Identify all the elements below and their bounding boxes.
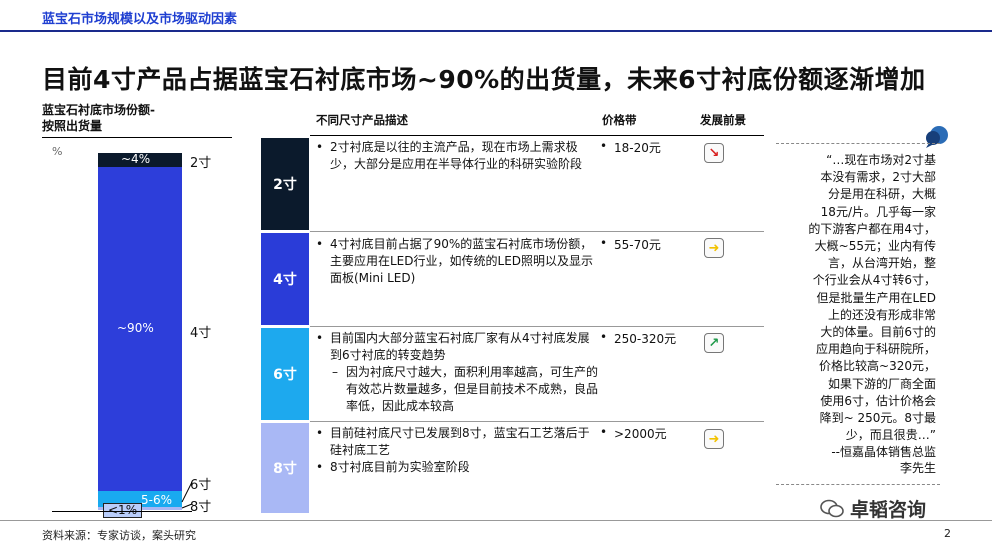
bullet-text: 4寸衬底目前占据了90%的蓝宝石衬底市场份额，主要应用在LED行业，如传统的LE…: [316, 236, 598, 287]
arrow-right-yellow-icon: ➜: [704, 238, 724, 258]
quote-line: “…现在市场对2寸基: [826, 153, 936, 167]
quote-line: 18元/片。几乎每一家: [820, 204, 936, 219]
quote-line: 价格比较高~320元，: [819, 359, 936, 374]
data-label-6-inch: 5-6%: [141, 493, 173, 507]
row-description-4-inch: 4寸衬底目前占据了90%的蓝宝石衬底市场份额，主要应用在LED行业，如传统的LE…: [316, 236, 598, 287]
series-label-2-inch: 2寸: [190, 156, 212, 171]
page-number: 2: [944, 527, 951, 540]
chart-title-divider: [42, 137, 232, 138]
row-divider: [310, 421, 764, 422]
row-description-2-inch: 2寸衬底是以往的主流产品，现在市场上需求极少，大部分是应用在半导体行业的科研实验…: [316, 139, 598, 173]
arrow-up-green-icon: ↗: [704, 333, 724, 353]
row-price-4-inch: 55-70元: [600, 236, 690, 253]
chart-title-line1: 蓝宝石衬底市场份额-: [42, 103, 155, 117]
size-block-2-inch: 2寸: [261, 138, 309, 230]
chart-title: 蓝宝石衬底市场份额- 按照出货量: [42, 102, 155, 134]
arrow-down-red-icon: ↘: [704, 143, 724, 163]
row-price-2-inch: 18-20元: [600, 139, 690, 156]
quote-line: 使用6寸，估计价格会: [820, 393, 936, 408]
row-description-8-inch: 目前硅衬底尺寸已发展到8寸，蓝宝石工艺落后于硅衬底工艺 8寸衬底目前为实验室阶段: [316, 425, 598, 476]
row-description-6-inch: 目前国内大部分蓝宝石衬底厂家有从4寸衬底发展到6寸衬底的转变趋势 因为衬底尺寸越…: [316, 330, 598, 415]
quote-author: --恒嘉晶体销售总监 李先生: [776, 444, 936, 476]
quote-line: 大的体量。目前6寸的: [820, 325, 936, 340]
wechat-icon: [820, 499, 844, 517]
section-label: 蓝宝石市场规模以及市场驱动因素: [42, 12, 238, 27]
column-header-description: 不同尺寸产品描述: [316, 113, 408, 127]
top-divider: [0, 30, 992, 32]
quote-line: 本没有需求，2寸大部: [820, 170, 936, 185]
data-label-2-inch: ~4%: [121, 152, 151, 166]
column-header-outlook: 发展前景: [700, 113, 746, 127]
column-header-price: 价格带: [602, 113, 637, 127]
bullet-text: 2寸衬底是以往的主流产品，现在市场上需求极少，大部分是应用在半导体行业的科研实验…: [316, 139, 598, 173]
watermark: 卓韬咨询: [820, 495, 926, 522]
row-divider: [310, 326, 764, 327]
quote-line: 言，从台湾开始，整: [827, 256, 936, 271]
row-price-6-inch: 250-320元: [600, 330, 690, 347]
size-block-8-inch: 8寸: [261, 423, 309, 513]
quote-author-title: --恒嘉晶体销售总监: [831, 445, 936, 459]
row-price-8-inch: >2000元: [600, 425, 690, 442]
row-divider: [310, 231, 764, 232]
watermark-text: 卓韬咨询: [850, 499, 927, 521]
series-label-4-inch: 4寸: [190, 326, 212, 341]
quote-line: 如果下游的厂商全面: [827, 376, 936, 391]
quote-line: 应用趋向于科研院所，: [815, 342, 936, 357]
chart-baseline: [52, 511, 192, 512]
quote-line: 上的还没有形成非常: [827, 307, 936, 322]
source-note: 资料来源：专家访谈，案头研究: [42, 529, 196, 542]
label-leader-lines: [181, 481, 193, 509]
size-block-4-inch: 4寸: [261, 233, 309, 325]
quote-line: 的下游客户都在用4寸，: [808, 221, 936, 236]
chart-title-line2: 按照出货量: [42, 119, 103, 133]
quote-line: 但是批量生产用在LED: [816, 290, 936, 305]
size-block-6-inch: 6寸: [261, 328, 309, 420]
data-label-4-inch: ~90%: [117, 321, 154, 335]
quote-author-name: 李先生: [899, 461, 936, 475]
quote-line: 少，而且很贵…”: [845, 428, 936, 443]
arrow-right-yellow-icon: ➜: [704, 429, 724, 449]
page-headline: 目前4寸产品占据蓝宝石衬底市场~90%的出货量，未来6寸衬底份额逐渐增加: [42, 65, 926, 94]
table-header-divider: [310, 135, 764, 136]
quote-line: 大概~55元；业内有传: [814, 239, 936, 254]
quote-line: 个行业会从4寸转6寸，: [812, 273, 936, 288]
bullet-text: 目前硅衬底尺寸已发展到8寸，蓝宝石工艺落后于硅衬底工艺: [316, 425, 598, 459]
quote-line: 降到~ 250元。8寸最: [819, 411, 936, 426]
dash-text: 因为衬底尺寸越大，面积利用率越高，可生产的有效芯片数量越多，但是目前技术不成熟，…: [316, 364, 598, 415]
quote-line: 分是用在科研，大概: [827, 187, 936, 202]
bullet-text: 8寸衬底目前为实验室阶段: [316, 459, 598, 476]
expert-quote: “…现在市场对2寸基 本没有需求，2寸大部 分是用在科研，大概 18元/片。几乎…: [776, 152, 936, 444]
chart-unit: %: [52, 145, 63, 158]
bullet-text: 目前国内大部分蓝宝石衬底厂家有从4寸衬底发展到6寸衬底的转变趋势: [316, 330, 598, 364]
